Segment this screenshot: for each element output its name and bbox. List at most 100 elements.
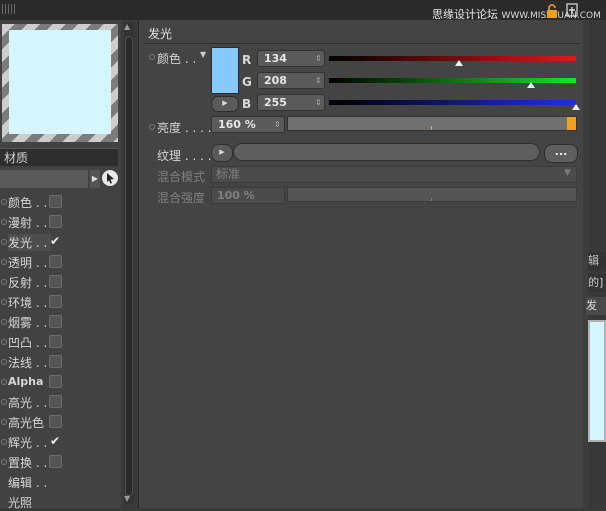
channel-checkbox-checked[interactable]: ✔ bbox=[49, 235, 62, 248]
g-slider-thumb[interactable] bbox=[526, 82, 535, 88]
channel-label: 烟雾 . . bbox=[8, 316, 48, 330]
channel-label: 法线 . . bbox=[8, 356, 48, 370]
channel-row[interactable]: 环境 . . bbox=[0, 292, 120, 311]
channel-checkbox-checked[interactable]: ✔ bbox=[49, 435, 62, 448]
color-keyframe-dot[interactable] bbox=[149, 54, 155, 60]
channel-label: 高光色 bbox=[8, 416, 45, 430]
b-spinner-icon[interactable]: ⇕ bbox=[315, 98, 322, 107]
blend-mode-select[interactable]: 标准 bbox=[211, 166, 577, 183]
side-tab-edit[interactable]: 辑 bbox=[588, 252, 606, 270]
channel-row[interactable]: 光照 bbox=[0, 492, 120, 511]
channel-row[interactable]: Alpha bbox=[0, 372, 120, 391]
channel-row[interactable]: 辉光 . . ✔ bbox=[0, 432, 120, 451]
channel-keyframe-dot bbox=[1, 219, 7, 225]
g-slider-track[interactable] bbox=[329, 78, 576, 83]
brightness-slider-handle[interactable] bbox=[567, 117, 576, 130]
texture-menu-button[interactable]: ▶ bbox=[211, 144, 233, 162]
texture-field[interactable] bbox=[233, 143, 540, 161]
channel-row[interactable]: 高光色 bbox=[0, 412, 120, 431]
channel-row[interactable]: 凹凸 . . bbox=[0, 332, 120, 351]
color-dropdown-icon[interactable]: ▼ bbox=[200, 50, 206, 59]
new-panel-icon[interactable] bbox=[566, 3, 578, 17]
channel-row[interactable]: 发光 . . ✔ bbox=[0, 232, 120, 251]
channel-keyframe-dot bbox=[1, 439, 7, 445]
brightness-label: 亮度 . . . . bbox=[157, 121, 212, 135]
b-letter: B bbox=[242, 97, 252, 111]
channel-keyframe-dot bbox=[1, 299, 7, 305]
scroll-down-icon[interactable]: ▼ bbox=[124, 494, 130, 503]
section-title: 发光 bbox=[144, 26, 580, 44]
channel-checkbox[interactable] bbox=[49, 195, 62, 208]
channel-label: 透明 . . bbox=[8, 256, 48, 270]
r-spinner-icon[interactable]: ⇕ bbox=[315, 54, 322, 63]
channel-label: 颜色 . . bbox=[8, 196, 48, 210]
channel-row[interactable]: 高光 . . bbox=[0, 392, 120, 411]
luminance-settings-panel bbox=[138, 20, 583, 508]
channel-checkbox[interactable] bbox=[49, 415, 62, 428]
channel-row[interactable]: 烟雾 . . bbox=[0, 312, 120, 331]
channel-label: 发光 . . bbox=[8, 234, 52, 251]
material-name-label: 材质 bbox=[0, 148, 118, 166]
channel-keyframe-dot bbox=[1, 319, 7, 325]
channel-keyframe-dot bbox=[1, 259, 7, 265]
channel-row[interactable]: 反射 . . bbox=[0, 272, 120, 291]
color-mode-button[interactable]: ▶ bbox=[211, 96, 239, 112]
blend-strength-slider[interactable] bbox=[287, 187, 577, 202]
channel-checkbox[interactable] bbox=[49, 315, 62, 328]
channel-keyframe-dot bbox=[1, 419, 7, 425]
r-letter: R bbox=[242, 53, 252, 67]
channel-checkbox[interactable] bbox=[49, 255, 62, 268]
channel-label: 环境 . . bbox=[8, 296, 48, 310]
g-spinner-icon[interactable]: ⇕ bbox=[315, 76, 322, 85]
channel-keyframe-dot bbox=[1, 459, 7, 465]
g-letter: G bbox=[242, 75, 252, 89]
material-link-arrow[interactable]: ▶ bbox=[90, 170, 100, 188]
channel-checkbox[interactable] bbox=[49, 355, 62, 368]
texture-more-button[interactable]: ... bbox=[544, 144, 578, 163]
channel-checkbox[interactable] bbox=[49, 275, 62, 288]
blend-strength-tick bbox=[431, 198, 432, 201]
channel-checkbox[interactable] bbox=[49, 295, 62, 308]
channel-label: Alpha bbox=[8, 375, 44, 388]
channel-keyframe-dot bbox=[1, 379, 7, 385]
material-preview[interactable] bbox=[9, 30, 111, 134]
r-slider-thumb[interactable] bbox=[454, 60, 463, 66]
panel-grip-icon[interactable] bbox=[2, 4, 16, 14]
scroll-up-icon[interactable]: ▲ bbox=[124, 22, 130, 31]
channel-row[interactable]: 漫射 . . bbox=[0, 212, 120, 231]
side-tab-luminance[interactable]: 发光 bbox=[586, 297, 606, 315]
channel-row[interactable]: 颜色 . . bbox=[0, 192, 120, 211]
blend-strength-input[interactable]: 100 % bbox=[211, 187, 285, 204]
channel-checkbox[interactable] bbox=[49, 335, 62, 348]
left-scrollbar-thumb[interactable] bbox=[125, 36, 133, 496]
side-preview bbox=[588, 320, 606, 442]
channel-checkbox[interactable] bbox=[49, 455, 62, 468]
b-slider-track[interactable] bbox=[329, 100, 576, 105]
brightness-slider[interactable] bbox=[287, 116, 577, 131]
channel-label: 高光 . . bbox=[8, 396, 48, 410]
channel-label: 光照 bbox=[8, 496, 33, 510]
channel-checkbox[interactable] bbox=[49, 375, 62, 388]
material-link-field[interactable] bbox=[0, 170, 88, 188]
channel-checkbox[interactable] bbox=[49, 395, 62, 408]
channel-row[interactable]: 透明 . . bbox=[0, 252, 120, 271]
channel-checkbox[interactable] bbox=[49, 215, 62, 228]
chevron-down-icon[interactable]: ▼ bbox=[564, 168, 571, 178]
r-slider-track[interactable] bbox=[329, 56, 576, 61]
b-slider-thumb[interactable] bbox=[572, 104, 580, 110]
channel-row[interactable]: 法线 . . bbox=[0, 352, 120, 371]
lock-icon[interactable] bbox=[546, 4, 558, 18]
channel-label: 反射 . . bbox=[8, 276, 48, 290]
brightness-keyframe-dot[interactable] bbox=[149, 124, 155, 130]
channel-row[interactable]: 置换 . . bbox=[0, 452, 120, 471]
pick-cursor-icon[interactable] bbox=[101, 169, 119, 187]
channel-keyframe-dot bbox=[1, 279, 7, 285]
color-swatch[interactable] bbox=[211, 47, 239, 94]
brightness-spinner-icon[interactable]: ⇕ bbox=[274, 120, 281, 129]
channel-row[interactable]: 编辑 . . bbox=[0, 472, 120, 491]
channel-label: 置换 . . bbox=[8, 456, 48, 470]
side-tab-b[interactable]: 的] bbox=[588, 274, 606, 292]
blend-mode-label: 混合模式 bbox=[157, 170, 206, 184]
channel-keyframe-dot bbox=[1, 239, 7, 245]
channel-label: 漫射 . . bbox=[8, 216, 48, 230]
